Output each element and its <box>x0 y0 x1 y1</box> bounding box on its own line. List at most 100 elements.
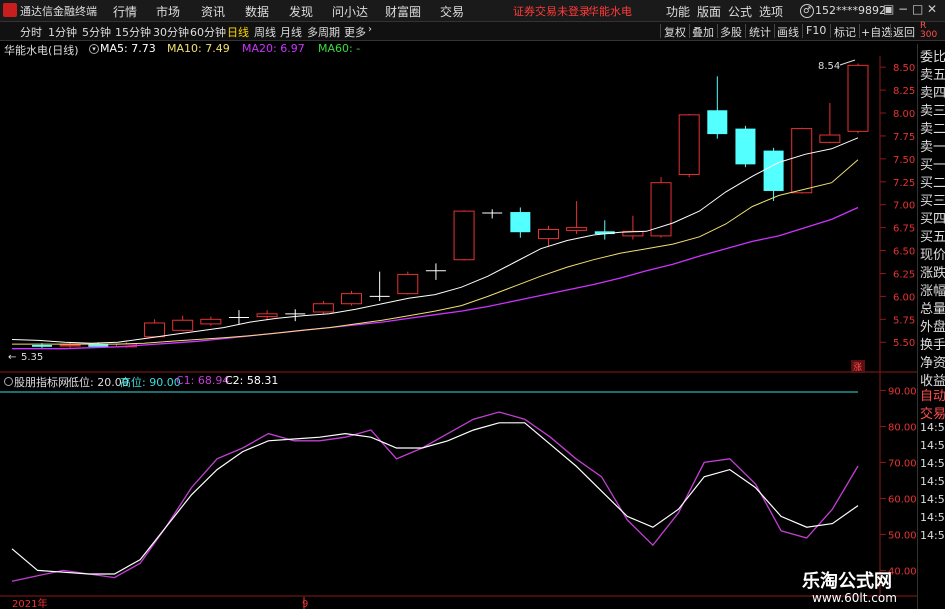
tool-biaoji[interactable]: 标记 <box>834 24 856 40</box>
chart-canvas[interactable]: 8.50 8.25 8.00 7.75 7.50 7.25 7.00 6.75 6.50 6.25… <box>0 56 917 609</box>
candle-body <box>650 182 672 237</box>
menu-stock-name: 华能水电 <box>588 5 632 18</box>
menu-item-hangqing[interactable]: 行情 <box>113 3 137 20</box>
high-price-pointer <box>839 59 856 66</box>
user-icon[interactable]: ♂ <box>800 4 814 18</box>
candle-body <box>791 128 813 194</box>
side-panel-label: 现价 <box>920 248 945 263</box>
app-title: 通达信金融终端 <box>20 5 97 18</box>
candle-body <box>59 344 81 347</box>
period-30min[interactable]: 30分钟 <box>153 24 189 40</box>
chevron-right-icon[interactable]: › <box>368 24 372 35</box>
indicator-c2: C2: 58.31 <box>225 374 279 387</box>
candle-body <box>819 134 841 143</box>
menu-item-gongshi[interactable]: 公式 <box>728 3 752 20</box>
period-1min[interactable]: 1分钟 <box>48 24 77 40</box>
close-icon[interactable]: ✕ <box>927 2 937 16</box>
price-axis-label: 6.25 <box>893 269 915 280</box>
indicator-axis-label: 80.00 <box>888 422 917 433</box>
price-axis-label: 6.75 <box>893 224 915 235</box>
period-60min[interactable]: 60分钟 <box>190 24 226 40</box>
tool-f10[interactable]: F10 <box>806 24 826 37</box>
tick-time-label: 14:56 <box>920 421 945 434</box>
tick-time-label: 14:56 <box>920 511 945 524</box>
period-multi[interactable]: 多周期 <box>307 24 340 40</box>
minimize-icon[interactable]: − <box>898 2 908 16</box>
watermark-title: 乐淘公式网 <box>802 571 892 592</box>
menu-item-banmian[interactable]: 版面 <box>697 3 721 20</box>
ma20-value: MA20: 6.97 <box>242 42 305 55</box>
indicator-settings-icon[interactable] <box>4 377 13 386</box>
side-panel-label: 换手 <box>920 338 945 353</box>
menu-item-gongneng[interactable]: 功能 <box>666 3 690 20</box>
menu-item-zixun[interactable]: 资讯 <box>201 3 225 20</box>
period-15min[interactable]: 15分钟 <box>115 24 151 40</box>
candle-body <box>537 228 559 240</box>
period-toolbar: 分时 1分钟 5分钟 15分钟 30分钟 60分钟 日线 周线 月线 多周期 更… <box>0 22 945 41</box>
tool-back[interactable]: 返回 <box>893 24 915 40</box>
tool-tongji[interactable]: 统计 <box>749 24 771 40</box>
side-panel-label: 买二 <box>920 176 945 191</box>
high-price-label: 8.54 <box>818 61 840 72</box>
period-daily[interactable]: 日线 <box>227 24 249 40</box>
ma-settings-icon[interactable]: ▾ <box>89 44 99 54</box>
tick-time-label: 14:56 <box>920 529 945 542</box>
price-axis-label: 7.25 <box>893 178 915 189</box>
price-axis-label: 7.50 <box>893 155 915 166</box>
tool-add-watchlist[interactable]: +自选 <box>861 24 892 40</box>
price-axis: 8.50 8.25 8.00 7.75 7.50 7.25 7.00 6.75 6.50 6.25… <box>893 63 915 349</box>
menu-item-shichang[interactable]: 市场 <box>156 3 180 20</box>
watermark-url: www.60lt.com <box>812 591 897 605</box>
tool-duogu[interactable]: 多股 <box>720 24 742 40</box>
tool-huaxian[interactable]: 画线 <box>777 24 799 40</box>
period-monthly[interactable]: 月线 <box>280 24 302 40</box>
menu-item-faxian[interactable]: 发现 <box>289 3 313 20</box>
ma20-line <box>12 206 859 350</box>
tick-time-label: 14:56 <box>920 457 945 470</box>
tool-diejia[interactable]: 叠加 <box>692 24 714 40</box>
tool-fuquan[interactable]: 复权 <box>664 24 686 40</box>
side-panel-label: 买一 <box>920 158 945 173</box>
period-fenshi[interactable]: 分时 <box>20 24 42 40</box>
maximize-icon[interactable]: □ <box>912 2 923 16</box>
candle-body <box>510 212 531 233</box>
menu-item-wenxiaoda[interactable]: 问小达 <box>332 3 368 20</box>
candle-body <box>144 322 166 338</box>
candle-body <box>312 303 334 313</box>
menu-item-xuanxiang[interactable]: 选项 <box>759 3 783 20</box>
candle-body <box>453 210 475 261</box>
menu-item-shuju[interactable]: 数据 <box>245 3 269 20</box>
r-badge: R 300 <box>920 21 938 40</box>
toolbar-divider <box>890 24 891 38</box>
diamond-icon: ◇ <box>846 56 853 57</box>
side-panel-label[interactable]: 交易 <box>920 403 945 422</box>
account-number[interactable]: 152****9892 <box>815 4 886 17</box>
menu-item-caifuquan[interactable]: 财富圈 <box>385 3 421 20</box>
toolbar-divider <box>830 24 831 38</box>
app-logo-icon <box>3 3 17 17</box>
side-panel-label: 卖五 <box>920 68 945 83</box>
side-panel-label[interactable]: 自动 <box>920 385 945 404</box>
period-5min[interactable]: 5分钟 <box>82 24 111 40</box>
price-axis-label: 5.50 <box>893 338 915 349</box>
side-panel-label: 买三 <box>920 194 945 209</box>
date-month-label: 9 <box>302 599 308 609</box>
trade-login-warning[interactable]: 证券交易未登录 <box>513 3 590 19</box>
side-panel-label: 卖二 <box>920 122 945 137</box>
indicator-axis-label: 50.00 <box>888 530 917 541</box>
side-panel-label: 净资 <box>920 356 945 371</box>
skin-icon[interactable]: ▣ <box>883 2 894 16</box>
candlestick-series <box>32 63 869 349</box>
c1-line <box>11 411 859 582</box>
low-price-label: 5.35 <box>21 352 43 363</box>
side-panel-label: 卖四 <box>920 86 945 101</box>
period-weekly[interactable]: 周线 <box>254 24 276 40</box>
period-more[interactable]: 更多 <box>344 24 366 40</box>
settings-icon[interactable]: ○ <box>863 56 871 57</box>
menu-item-jiaoyi[interactable]: 交易 <box>440 3 464 20</box>
indicator-name[interactable]: 股朋指标网 <box>14 374 69 390</box>
ma10-line <box>12 159 859 345</box>
indicator-high: 高位: 90.00 <box>120 376 181 389</box>
zhang-badge: 涨 <box>853 362 862 373</box>
ma5-line <box>11 137 859 344</box>
